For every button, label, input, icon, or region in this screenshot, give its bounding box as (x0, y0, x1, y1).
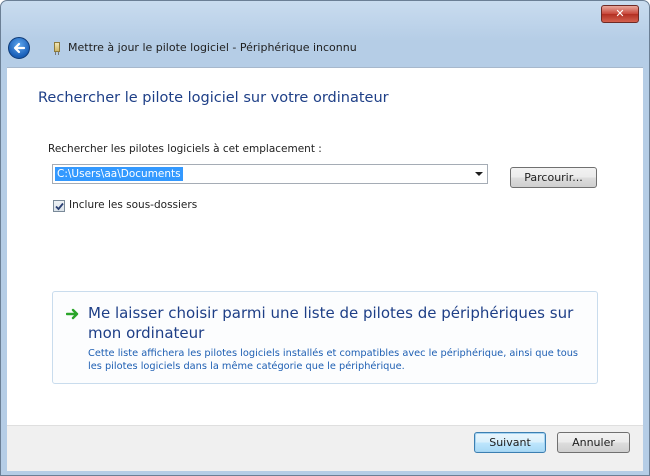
include-subfolders-label[interactable]: Inclure les sous-dossiers (69, 199, 197, 211)
location-combobox[interactable]: C:\Users\aa\Documents (52, 164, 488, 184)
include-subfolders-checkbox[interactable] (53, 200, 65, 212)
option-title-link[interactable]: Me laisser choisir parmi une liste de pi… (88, 303, 588, 343)
close-button[interactable]: ✕ (601, 5, 639, 23)
browse-button[interactable]: Parcourir... (510, 167, 597, 188)
page-heading: Rechercher le pilote logiciel sur votre … (38, 90, 389, 106)
title-bar: ✕ Mettre à jour le pilote logiciel - Pér… (1, 1, 649, 67)
dropdown-arrow-icon[interactable] (475, 172, 483, 176)
option-description: Cette liste affichera les pilotes logici… (88, 348, 579, 372)
location-label: Rechercher les pilotes logiciels à cet e… (48, 143, 322, 155)
checkmark-icon (55, 202, 64, 211)
back-arrow-icon (13, 42, 26, 54)
window-title: Mettre à jour le pilote logiciel - Périp… (68, 41, 357, 54)
location-input-value[interactable]: C:\Users\aa\Documents (55, 167, 183, 181)
content-area: Rechercher le pilote logiciel sur votre … (7, 67, 643, 426)
close-icon: ✕ (615, 7, 625, 20)
choose-from-list-option[interactable]: Me laisser choisir parmi une liste de pi… (52, 291, 598, 384)
back-button[interactable] (8, 37, 30, 59)
dialog-window: ✕ Mettre à jour le pilote logiciel - Pér… (0, 0, 650, 476)
cancel-button[interactable]: Annuler (557, 432, 630, 453)
next-button[interactable]: Suivant (474, 432, 546, 453)
device-icon (53, 42, 61, 56)
dialog-footer: Suivant Annuler (7, 425, 643, 471)
green-arrow-icon (66, 308, 79, 320)
